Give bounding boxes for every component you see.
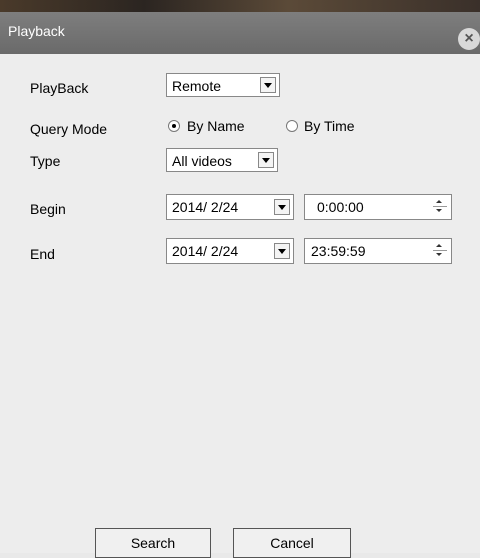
chevron-down-icon[interactable]: [274, 199, 290, 215]
radio-by-name[interactable]: [168, 120, 180, 132]
radio-by-name-label: By Name: [187, 118, 245, 134]
chevron-down-icon[interactable]: [258, 152, 274, 168]
chevron-down-icon[interactable]: [260, 77, 276, 93]
end-label: End: [30, 246, 55, 262]
end-time-input[interactable]: 23:59:59: [304, 238, 452, 264]
playback-value: Remote: [172, 78, 222, 94]
radio-by-time-label: By Time: [304, 118, 355, 134]
search-button[interactable]: Search: [95, 528, 211, 558]
begin-date-picker[interactable]: 2014/ 2/24: [166, 194, 294, 220]
chevron-down-icon[interactable]: [274, 243, 290, 259]
end-time-value: 23:59:59: [311, 243, 366, 259]
radio-by-time[interactable]: [286, 120, 298, 132]
begin-time-value: 0:00:00: [317, 199, 364, 215]
type-value: All videos: [172, 153, 232, 169]
end-date-value: 2014/ 2/24: [172, 243, 239, 259]
spinner-icon[interactable]: [433, 242, 447, 260]
playback-label: PlayBack: [30, 80, 89, 96]
end-date-picker[interactable]: 2014/ 2/24: [166, 238, 294, 264]
spinner-icon[interactable]: [433, 198, 447, 216]
type-select[interactable]: All videos: [166, 148, 278, 172]
begin-time-input[interactable]: 0:00:00: [304, 194, 452, 220]
close-icon[interactable]: ×: [458, 28, 480, 50]
window-title: Playback: [8, 23, 65, 39]
window-titlebar: [0, 12, 480, 54]
playback-select[interactable]: Remote: [166, 73, 280, 97]
background-strip: [0, 0, 480, 12]
begin-date-value: 2014/ 2/24: [172, 199, 239, 215]
query-mode-label: Query Mode: [30, 121, 108, 137]
cancel-button[interactable]: Cancel: [233, 528, 351, 558]
type-label: Type: [30, 153, 61, 169]
begin-label: Begin: [30, 201, 66, 217]
